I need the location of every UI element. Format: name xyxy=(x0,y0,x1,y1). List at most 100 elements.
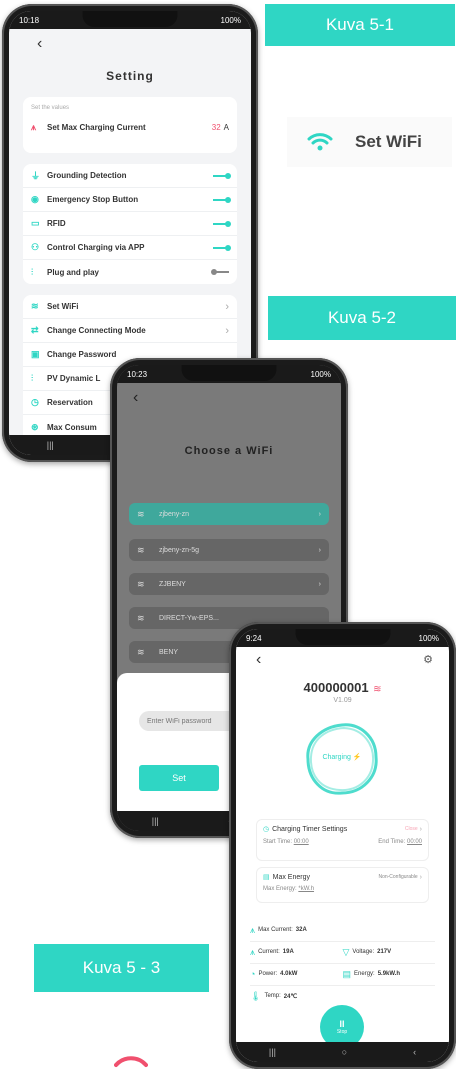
power-icon: ◔ xyxy=(250,969,256,979)
toggle-switch[interactable] xyxy=(211,269,229,275)
figure-label-5-1: Kuva 5-1 xyxy=(265,4,455,46)
wifi-icon xyxy=(114,1056,148,1067)
recent-apps-icon[interactable]: ||| xyxy=(152,816,159,826)
current-label: Current: xyxy=(258,949,280,955)
chevron-right-icon: › xyxy=(419,873,422,881)
back-arrow-icon[interactable]: ‹ xyxy=(37,35,42,53)
home-icon[interactable]: ○ xyxy=(342,1047,347,1057)
back-arrow-icon[interactable]: ‹ xyxy=(256,651,261,669)
chevron-right-icon: › xyxy=(318,546,321,554)
max-energy-state: Non-Configurable xyxy=(378,874,418,880)
back-arrow-icon[interactable]: ‹ xyxy=(133,389,138,407)
toggle-row[interactable]: ⚇ Control Charging via APP xyxy=(23,236,237,260)
current-icon: ⩚ xyxy=(250,946,256,957)
plug-play-icon: ⫶ xyxy=(31,266,34,277)
stat-row: ◔ Power: 4.0kW ▤ Energy: 5.9kW.h xyxy=(250,963,435,986)
end-time-label: End Time: xyxy=(378,839,406,845)
wifi-icon xyxy=(307,133,333,151)
end-time-value[interactable]: 00:00 xyxy=(407,839,422,845)
device-id: 400000001 xyxy=(303,680,369,695)
menu-item-connecting-mode[interactable]: ⇄ Change Connecting Mode › xyxy=(23,319,237,343)
grounding-icon: ⏚ xyxy=(31,171,41,181)
solar-icon: ⫶ xyxy=(31,373,34,383)
max-current-unit: A xyxy=(223,122,229,132)
phone-charging: 9:24 100% ‹ ⚙ 400000001 ≋ V1.09 Charging… xyxy=(229,622,456,1069)
temp-label: Temp: xyxy=(264,993,281,999)
toggle-switch[interactable] xyxy=(213,244,231,251)
toggle-row[interactable]: ▭ RFID xyxy=(23,212,237,236)
chevron-right-icon: › xyxy=(318,580,321,588)
start-time-value[interactable]: 00:00 xyxy=(294,839,309,845)
set-button[interactable]: Set xyxy=(139,765,219,791)
toggle-row[interactable]: ⏚ Grounding Detection xyxy=(23,164,237,188)
wifi-icon: ≋ xyxy=(137,612,145,623)
gauge-icon: ⩚ xyxy=(250,924,256,935)
camera-notch xyxy=(82,11,178,27)
wifi-icon: ≋ xyxy=(137,646,145,657)
wifi-network-row[interactable]: ≋ zjbeny-zn › xyxy=(129,503,329,525)
energy-icon: ▤ xyxy=(342,968,352,979)
wifi-network-name: DIRECT-Yw-EPS... xyxy=(159,614,219,622)
settings-gear-icon[interactable]: ⚙ xyxy=(423,653,433,666)
figure-label-5-3: Kuva 5 - 3 xyxy=(34,944,209,992)
max-current-value: 32 xyxy=(211,122,221,132)
menu-item-label: Change Connecting Mode xyxy=(47,326,146,335)
chevron-right-icon: › xyxy=(419,825,422,833)
figure-label-text: Kuva 5-1 xyxy=(325,15,395,34)
toggle-label: Plug and play xyxy=(47,267,100,277)
toggle-switch[interactable] xyxy=(213,220,231,227)
voltage-icon: ▽ xyxy=(342,946,350,957)
status-time: 10:23 xyxy=(127,369,148,379)
section-label: Set the values xyxy=(31,105,70,111)
firmware-version: V1.09 xyxy=(333,697,352,704)
start-time-label: Start Time: xyxy=(263,839,293,845)
android-nav-bar: ||| ○ ‹ xyxy=(236,1042,449,1062)
timer-title: Charging Timer Settings xyxy=(272,825,348,833)
toggle-row[interactable]: ⫶ Plug and play xyxy=(23,260,237,284)
chevron-right-icon: › xyxy=(225,324,229,337)
max-energy-card[interactable]: ▤ Max Energy Non-Configurable › Max Ener… xyxy=(256,867,429,903)
set-wifi-badge-label: Set WiFi xyxy=(355,132,422,151)
wifi-network-name: zjbeny-zn-5g xyxy=(159,546,200,554)
page-title: Choose a WiFi xyxy=(184,445,274,457)
max-current-value: 32A xyxy=(295,927,307,933)
recent-apps-icon[interactable]: ||| xyxy=(269,1047,276,1057)
set-wifi-badge: Set WiFi xyxy=(287,117,452,167)
wifi-icon: ≋ xyxy=(137,544,145,555)
stat-row: ⩚ Current: 19A ▽ Voltage: 217V xyxy=(250,941,435,964)
max-energy-value: *kW.h xyxy=(298,886,315,892)
stat-row: 🌡 Temp: 24℃ xyxy=(250,985,435,1007)
energy-label: Energy: xyxy=(354,971,375,977)
current-value: 19A xyxy=(282,949,294,955)
camera-notch xyxy=(295,629,390,645)
menu-item-label: Set WiFi xyxy=(47,302,79,311)
wifi-network-row[interactable]: ≋ ZJBENY › xyxy=(129,573,329,595)
recent-apps-icon[interactable]: ||| xyxy=(47,440,54,450)
toggle-label: Emergency Stop Button xyxy=(47,195,139,204)
max-current-row[interactable]: ⩚ Set Max Charging Current 32 A xyxy=(23,111,237,143)
wifi-icon: ≋ xyxy=(137,508,145,519)
camera-notch xyxy=(181,365,277,381)
energy-value: 5.9kW.h xyxy=(377,971,401,977)
power-label: Power: xyxy=(258,971,278,977)
charging-timer-card[interactable]: ◷ Charging Timer Settings Close › Start … xyxy=(256,819,429,861)
chevron-right-icon: › xyxy=(318,510,321,518)
menu-item-set-wifi[interactable]: ≋ Set WiFi › xyxy=(23,295,237,319)
rfid-card-icon: ▭ xyxy=(31,218,40,228)
toggle-label: Control Charging via APP xyxy=(47,243,145,252)
app-control-icon: ⚇ xyxy=(31,242,40,252)
lightning-icon: ⚡ xyxy=(352,754,362,761)
stat-row: ⩚ Max Current: 32A xyxy=(250,919,435,942)
status-battery: 100% xyxy=(310,369,331,379)
chevron-right-icon: › xyxy=(225,300,229,313)
toggle-switch[interactable] xyxy=(213,196,231,203)
toggle-row[interactable]: ◉ Emergency Stop Button xyxy=(23,188,237,212)
timer-state: Close xyxy=(404,826,418,832)
status-time: 9:24 xyxy=(246,633,262,643)
back-icon[interactable]: ‹ xyxy=(413,1047,416,1057)
voltage-label: Voltage: xyxy=(352,949,375,955)
toggle-switch[interactable] xyxy=(213,172,231,179)
wifi-network-name: ZJBENY xyxy=(159,580,186,588)
wifi-network-row[interactable]: ≋ zjbeny-zn-5g › xyxy=(129,539,329,561)
wifi-network-name: zjbeny-zn xyxy=(159,510,189,518)
